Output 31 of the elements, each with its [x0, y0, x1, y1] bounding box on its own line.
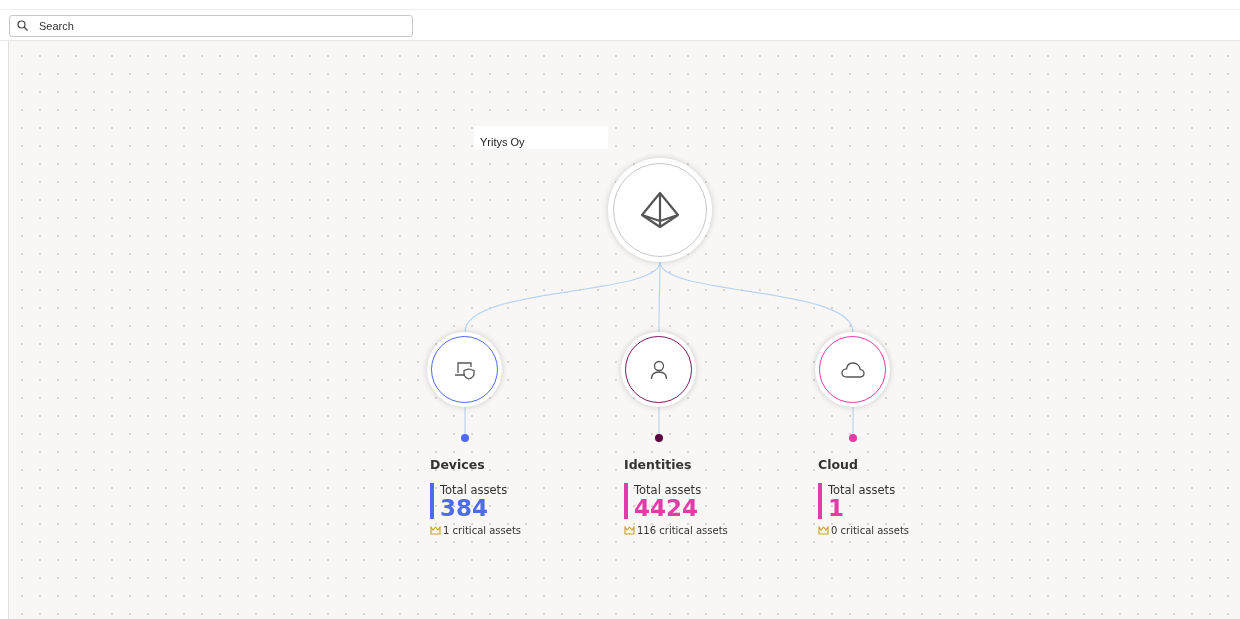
search-field[interactable]: Search: [9, 15, 413, 37]
category-title: Devices: [430, 457, 486, 472]
total-label: Total assets: [828, 483, 896, 497]
total-label: Total assets: [440, 483, 508, 497]
accent-bar: [430, 483, 434, 519]
category-node[interactable]: [427, 332, 502, 407]
accent-bar: [818, 483, 822, 519]
crown-icon: [624, 526, 635, 535]
accent-bar: [624, 483, 628, 519]
laptop-shield-icon: [453, 359, 476, 380]
total-value: 4424: [634, 497, 699, 519]
category-title: Identities: [624, 457, 693, 472]
pyramid-icon: [640, 191, 680, 229]
total-value: 1: [828, 497, 845, 519]
total-value: 384: [440, 497, 489, 519]
connector-line: [852, 406, 854, 435]
connector-line: [464, 406, 466, 435]
node-label: Yritys Oy: [474, 126, 608, 149]
critical-assets-text: 116 critical assets: [637, 525, 728, 536]
crown-icon: [818, 526, 829, 535]
crown-icon: [430, 526, 441, 535]
category-node[interactable]: [621, 332, 696, 407]
person-icon: [649, 359, 668, 380]
critical-assets-text: 0 critical assets: [831, 525, 910, 536]
critical-assets-text: 1 critical assets: [443, 525, 522, 536]
category-title: Cloud: [818, 457, 859, 472]
root-node[interactable]: [608, 158, 712, 262]
connector-line: [658, 406, 660, 435]
category-node[interactable]: [815, 332, 890, 407]
total-label: Total assets: [634, 483, 702, 497]
cloud-icon: [840, 361, 865, 378]
